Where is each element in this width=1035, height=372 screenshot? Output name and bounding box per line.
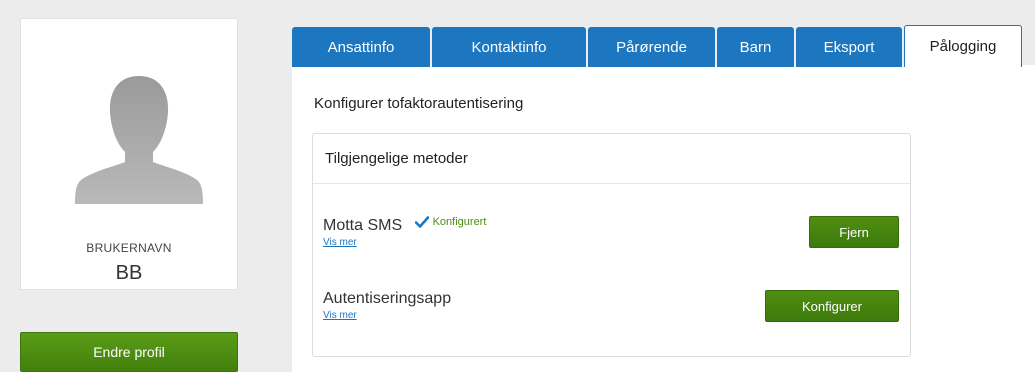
tab-bar: Ansattinfo Kontaktinfo Pårørende Barn Ek… <box>292 25 1024 67</box>
avatar <box>75 76 203 204</box>
method-row-app: Autentiseringsapp Vis mer Konfigurer <box>323 290 900 322</box>
methods-box: Tilgjengelige metoder Motta SMS Konfigur… <box>312 133 911 357</box>
tab-barn[interactable]: Barn <box>717 27 794 67</box>
tab-kontaktinfo[interactable]: Kontaktinfo <box>432 27 586 67</box>
status-text: Konfigurert <box>432 216 487 228</box>
tab-eksport[interactable]: Eksport <box>796 27 902 67</box>
status-badge: Konfigurert <box>414 216 487 228</box>
tab-parorende[interactable]: Pårørende <box>588 27 715 67</box>
configure-app-button[interactable]: Konfigurer <box>765 290 899 322</box>
username-value: BB <box>115 262 143 284</box>
tab-ansattinfo[interactable]: Ansattinfo <box>292 27 430 67</box>
username-label: BRUKERNAVN <box>86 241 172 255</box>
remove-sms-button[interactable]: Fjern <box>809 216 899 248</box>
profile-card: BRUKERNAVN BB <box>20 18 238 290</box>
section-title: Konfigurer tofaktorautentisering <box>314 95 524 112</box>
edit-profile-button[interactable]: Endre profil <box>20 332 238 372</box>
method-row-sms: Motta SMS Konfigurert Vis mer Fjern <box>323 216 900 248</box>
method-name: Motta SMS <box>323 217 403 234</box>
method-name: Autentiseringsapp <box>323 290 452 307</box>
tab-palogging[interactable]: Pålogging <box>904 25 1022 67</box>
methods-header: Tilgjengelige metoder <box>313 134 910 184</box>
checkmark-icon <box>414 216 429 228</box>
